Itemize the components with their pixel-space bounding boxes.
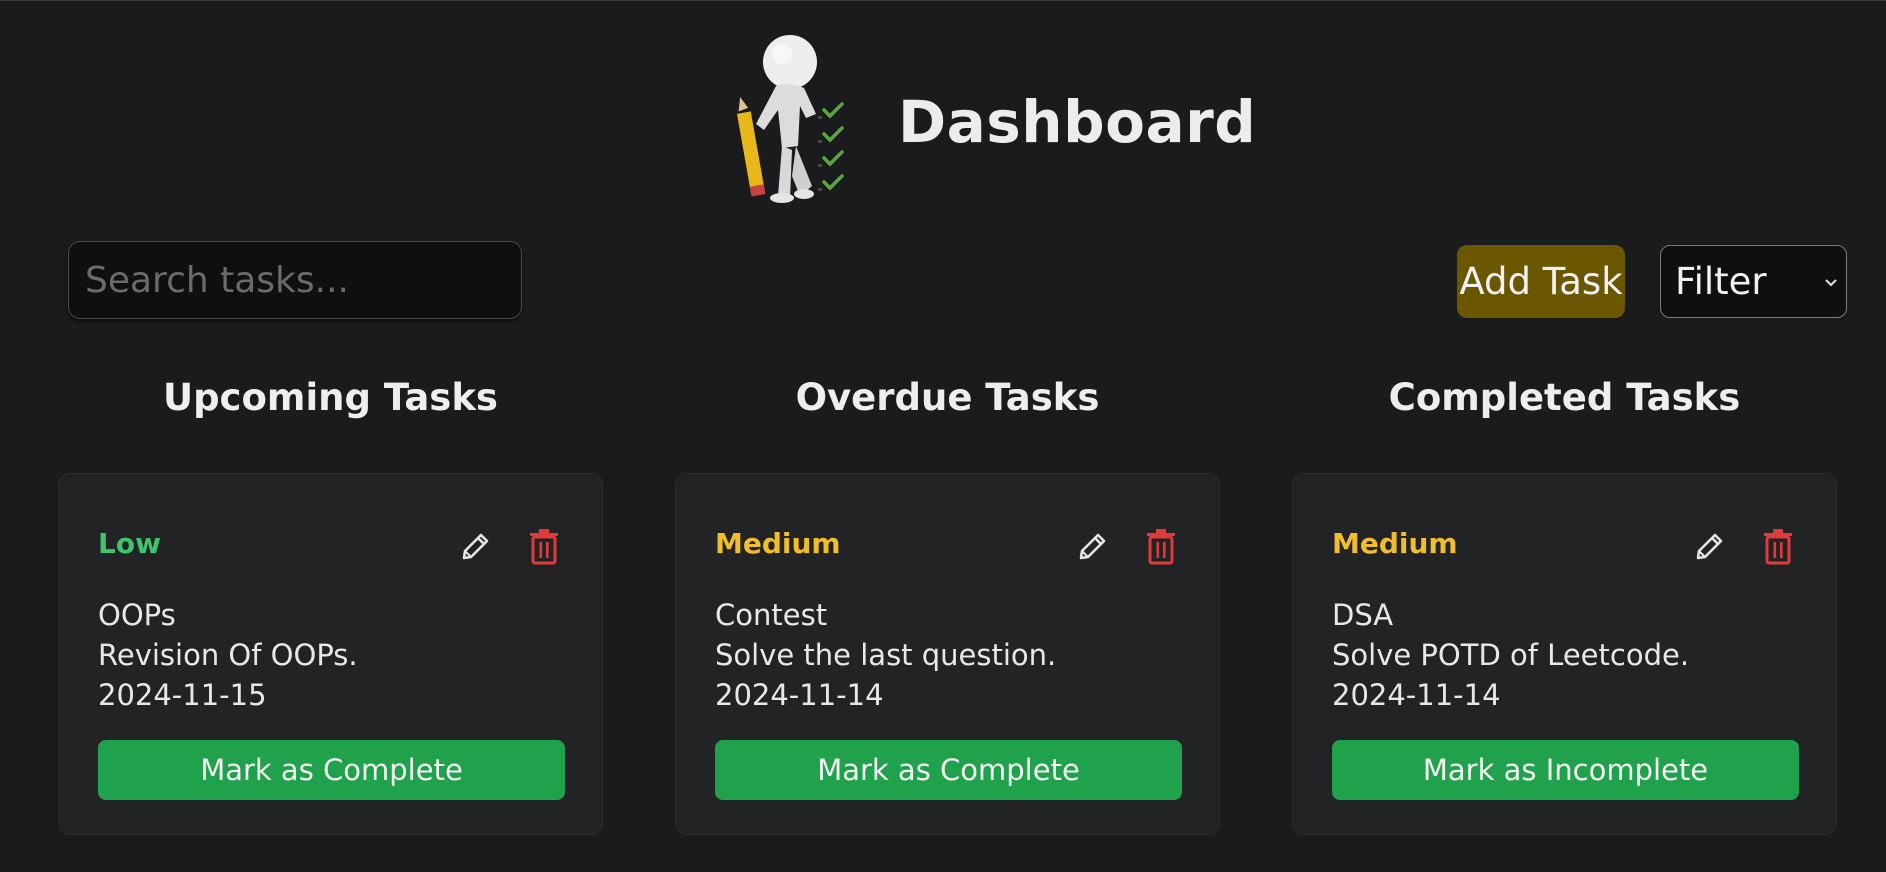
search-input[interactable]: [83, 258, 521, 302]
person-with-pencil-checklist-icon: [720, 26, 860, 206]
task-name: DSA: [1332, 598, 1394, 632]
task-date: 2024-11-14: [1332, 678, 1501, 712]
task-description: Solve POTD of Leetcode.: [1332, 638, 1690, 672]
mark-complete-button[interactable]: Mark as Complete: [98, 740, 565, 800]
trash-icon[interactable]: [1761, 527, 1795, 565]
column-title-completed: Completed Tasks: [1388, 376, 1741, 419]
header: Dashboard: [0, 0, 1886, 230]
mark-button-label: Mark as Complete: [200, 753, 463, 787]
task-name: Contest: [715, 598, 828, 632]
pencil-icon[interactable]: [1076, 529, 1110, 563]
trash-icon[interactable]: [1144, 527, 1178, 565]
column-title-overdue: Overdue Tasks: [795, 376, 1100, 419]
task-card: Low OOPs Revision Of OOPs. 2024-11-15 Ma…: [58, 473, 603, 835]
task-date: 2024-11-15: [98, 678, 267, 712]
task-name: OOPs: [98, 598, 176, 632]
pencil-icon[interactable]: [459, 529, 493, 563]
add-task-label: Add Task: [1459, 260, 1623, 303]
add-task-button[interactable]: Add Task: [1457, 245, 1625, 318]
filter-select[interactable]: Filter: [1660, 245, 1847, 318]
task-card: Medium DSA Solve POTD of Leetcode. 2024-…: [1292, 473, 1837, 835]
mark-incomplete-button[interactable]: Mark as Incomplete: [1332, 740, 1799, 800]
priority-badge: Low: [98, 527, 161, 560]
pencil-icon[interactable]: [1693, 529, 1727, 563]
mark-button-label: Mark as Incomplete: [1422, 753, 1709, 787]
task-description: Solve the last question.: [715, 638, 1057, 672]
priority-badge: Medium: [715, 527, 841, 560]
trash-icon[interactable]: [527, 527, 561, 565]
task-card: Medium Contest Solve the last question. …: [675, 473, 1220, 835]
mark-button-label: Mark as Complete: [817, 753, 1080, 787]
chevron-down-icon: [1824, 273, 1838, 292]
page-title: Dashboard: [898, 88, 1257, 156]
column-title-upcoming: Upcoming Tasks: [163, 376, 498, 419]
task-date: 2024-11-14: [715, 678, 884, 712]
filter-label: Filter: [1675, 260, 1767, 303]
search-box[interactable]: [68, 241, 522, 319]
task-description: Revision Of OOPs.: [98, 638, 358, 672]
mark-complete-button[interactable]: Mark as Complete: [715, 740, 1182, 800]
priority-badge: Medium: [1332, 527, 1458, 560]
